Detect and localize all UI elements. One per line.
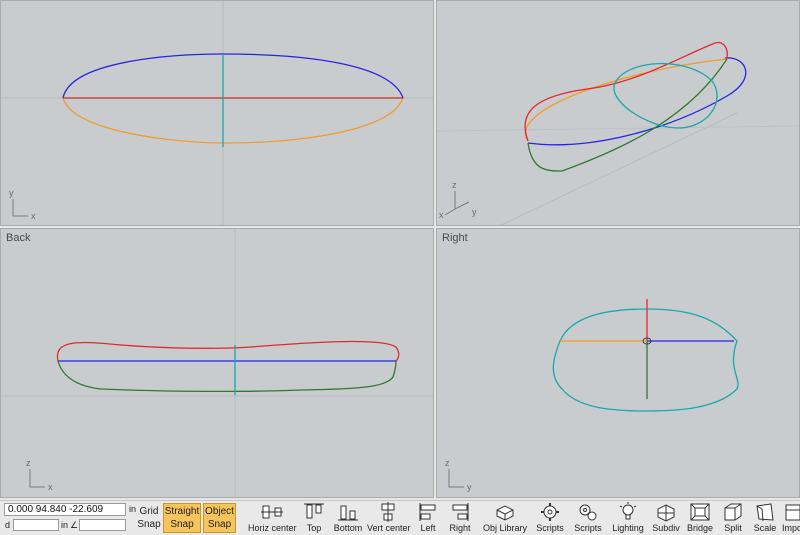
tool-label: Right xyxy=(449,523,471,533)
axis-label-y: y xyxy=(9,188,14,198)
tool-label: Subdiv xyxy=(652,523,680,533)
object-snap-button[interactable]: Object Snap xyxy=(203,503,236,533)
straight-snap-button[interactable]: Straight Snap xyxy=(163,503,201,533)
axis-indicator: z x xyxy=(26,458,53,492)
axis-label-z: z xyxy=(452,180,457,190)
tool-label: Split xyxy=(724,523,742,533)
axis-label-x: x xyxy=(31,211,36,221)
subdivide-icon xyxy=(657,504,675,522)
light-bulb-icon xyxy=(619,502,637,520)
vert-center-button[interactable]: Vert center xyxy=(367,502,411,535)
split-icon xyxy=(724,503,742,521)
viewport-top[interactable]: y x xyxy=(0,0,434,226)
viewport-right-canvas[interactable]: z y xyxy=(437,229,800,498)
tool-label: Top xyxy=(306,523,322,533)
bottom-toolbar: 0.000 94.840 -22.609 in d in ∠ Grid Snap… xyxy=(0,500,800,534)
viewport-back-canvas[interactable]: z x xyxy=(1,229,434,498)
grid-snap-line1: Grid xyxy=(139,506,159,517)
distance-label: d xyxy=(5,520,11,530)
distance-unit: in xyxy=(61,520,69,530)
tool-label: Impo xyxy=(782,523,800,533)
grid-snap-line2: Snap xyxy=(137,519,161,530)
viewport-back[interactable]: Back z x xyxy=(0,228,434,498)
grid-snap-toggle[interactable]: Grid Snap xyxy=(137,505,161,531)
axis-indicator: y x xyxy=(9,188,36,221)
horizontal-center-icon xyxy=(261,505,283,519)
curve-green xyxy=(57,360,397,393)
left-align-button[interactable]: Left xyxy=(415,502,441,535)
curve-red xyxy=(524,41,728,142)
viewport-perspective-canvas[interactable]: z x y xyxy=(437,1,800,226)
tool-label: Bottom xyxy=(333,523,363,533)
axis-label-y: y xyxy=(472,207,477,217)
angle-icon: ∠ xyxy=(70,520,79,530)
lighting-button[interactable]: Lighting xyxy=(611,502,645,535)
align-left-icon xyxy=(419,503,436,521)
object-library-icon xyxy=(496,505,514,521)
gear-icon xyxy=(541,503,559,521)
tool-label: Vert center xyxy=(367,523,411,533)
scripts-button-2[interactable]: Scripts xyxy=(572,502,604,535)
import-icon xyxy=(785,504,800,521)
distance-input[interactable] xyxy=(13,519,59,531)
bridge-icon xyxy=(690,503,710,521)
viewport-perspective[interactable]: z x y xyxy=(436,0,800,226)
curve-orange xyxy=(62,97,404,144)
curve-cyan xyxy=(552,308,739,412)
axis-indicator: z x y xyxy=(439,180,477,220)
curve-green xyxy=(527,58,728,172)
split-button[interactable]: Split xyxy=(719,502,747,535)
tool-label: Obj Library xyxy=(482,523,527,533)
top-align-button[interactable]: Top xyxy=(300,502,328,535)
object-snap-line1: Object xyxy=(205,506,234,517)
right-align-button[interactable]: Right xyxy=(446,502,474,535)
align-right-icon xyxy=(452,503,469,521)
bridge-button[interactable]: Bridge xyxy=(684,502,716,535)
straight-snap-line2: Snap xyxy=(170,519,194,530)
scale-button[interactable]: Scale xyxy=(751,502,779,535)
tool-label: Horiz center xyxy=(248,523,297,533)
axis-label-x: x xyxy=(48,482,53,492)
tool-label: Scripts xyxy=(536,523,564,533)
angle-input[interactable] xyxy=(79,519,126,531)
object-snap-line2: Snap xyxy=(207,519,232,530)
scale-icon xyxy=(756,503,774,522)
import-button[interactable]: Impo xyxy=(782,502,800,535)
scripts-button-1[interactable]: Scripts xyxy=(535,502,565,535)
tool-label: Scripts xyxy=(574,523,602,533)
tool-label: Bridge xyxy=(686,523,713,533)
curve-red xyxy=(56,340,400,362)
viewport-right[interactable]: Right z y xyxy=(436,228,800,498)
obj-library-button[interactable]: Obj Library xyxy=(482,502,528,535)
curve-cyan xyxy=(613,62,718,129)
axis-label-z: z xyxy=(445,458,450,468)
bottom-align-button[interactable]: Bottom xyxy=(332,502,364,535)
gears-icon xyxy=(579,504,597,521)
vertical-center-icon xyxy=(381,502,395,522)
curve-blue xyxy=(62,53,404,99)
align-top-icon xyxy=(304,503,324,519)
align-bottom-icon xyxy=(338,505,358,521)
tool-label: Left xyxy=(420,523,436,533)
coordinate-field[interactable]: 0.000 94.840 -22.609 xyxy=(4,503,126,516)
axis-label-x: x xyxy=(439,210,444,220)
coordinate-unit: in xyxy=(129,504,137,514)
straight-snap-line1: Straight xyxy=(164,506,200,517)
viewport-top-canvas[interactable]: y x xyxy=(1,1,434,226)
horiz-center-button[interactable]: Horiz center xyxy=(248,502,297,535)
tool-label: Scale xyxy=(753,523,777,533)
axis-label-z: z xyxy=(26,458,31,468)
subdiv-button[interactable]: Subdiv xyxy=(651,502,681,535)
axis-label-y: y xyxy=(467,482,472,492)
tool-label: Lighting xyxy=(612,523,644,533)
axis-indicator: z y xyxy=(445,458,472,492)
